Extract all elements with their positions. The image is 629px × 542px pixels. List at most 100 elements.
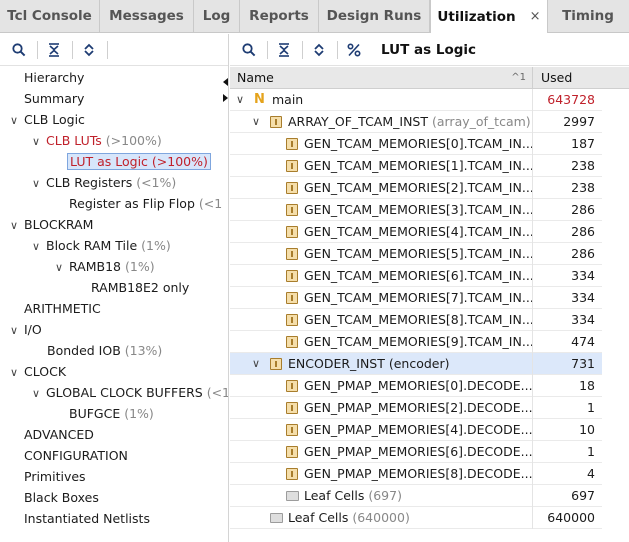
row-name-group: Leaf Cells (697)	[304, 485, 402, 507]
tree-item-black-boxes[interactable]: Black Boxes	[24, 487, 99, 508]
column-header-used[interactable]: Used	[534, 67, 599, 89]
table-row[interactable]: GEN_TCAM_MEMORIES[5].TCAM_IN... 286	[230, 243, 602, 265]
tree-item-register-as-flip-flop[interactable]: Register as Flip Flop (<1	[69, 193, 222, 214]
table-row[interactable]: GEN_PMAP_MEMORIES[2].DECODE... 1	[230, 397, 602, 419]
tree-item-percent: (1%)	[124, 406, 154, 421]
table-row[interactable]: GEN_PMAP_MEMORIES[8].DECODE... 4	[230, 463, 602, 485]
row-name: GEN_TCAM_MEMORIES[9].TCAM_IN...	[304, 334, 533, 349]
tab-reports[interactable]: Reports	[240, 0, 319, 32]
tree-item-label: BLOCKRAM	[24, 217, 94, 232]
tree-item-clb-luts[interactable]: ∨ CLB LUTs (>100%)	[32, 130, 162, 151]
instance-icon	[286, 402, 298, 414]
chevron-down-icon[interactable]: ∨	[10, 215, 24, 236]
tree-item-bonded-iob[interactable]: Bonded IOB (13%)	[47, 340, 162, 361]
tree-item-summary[interactable]: Summary	[24, 88, 84, 109]
tab-design-runs[interactable]: Design Runs	[319, 0, 430, 32]
tree-item-instantiated-netlists[interactable]: Instantiated Netlists	[24, 508, 150, 529]
tree-item-percent: (13%)	[124, 343, 163, 358]
table-row[interactable]: ∨ N main 643728	[230, 89, 602, 111]
tree-item-blockram[interactable]: ∨ BLOCKRAM	[10, 214, 93, 235]
tree-item-ramb18e2-only[interactable]: RAMB18E2 only	[91, 277, 189, 298]
table-row[interactable]: GEN_TCAM_MEMORIES[6].TCAM_IN... 334	[230, 265, 602, 287]
search-icon[interactable]	[8, 39, 30, 61]
tab-label: Design Runs	[326, 7, 422, 24]
table-row[interactable]: GEN_PMAP_MEMORIES[4].DECODE... 10	[230, 419, 602, 441]
tab-utilization[interactable]: Utilization ×	[430, 0, 548, 33]
tree-item-label: RAMB18E2 only	[91, 280, 190, 295]
row-module: (array_of_tcam)	[431, 114, 531, 129]
chevron-down-icon[interactable]: ∨	[55, 257, 69, 278]
table-row[interactable]: Leaf Cells (640000) 640000	[230, 507, 602, 529]
folder-icon	[286, 491, 299, 501]
chevron-down-icon[interactable]: ∨	[252, 353, 260, 375]
table-row[interactable]: ∨ ARRAY_OF_TCAM_INST (array_of_tcam) 299…	[230, 111, 602, 133]
tree-item-configuration[interactable]: CONFIGURATION	[24, 445, 128, 466]
instance-icon	[270, 116, 282, 128]
tab-tcl-console[interactable]: Tcl Console	[0, 0, 100, 32]
table-row[interactable]: GEN_PMAP_MEMORIES[6].DECODE... 1	[230, 441, 602, 463]
tree-item-ramb18[interactable]: ∨ RAMB18 (1%)	[55, 256, 155, 277]
pane-collapse-icon[interactable]	[222, 77, 229, 103]
table-row[interactable]: GEN_PMAP_MEMORIES[0].DECODE... 18	[230, 375, 602, 397]
tree-item-clock[interactable]: ∨ CLOCK	[10, 361, 66, 382]
tree-item-arithmetic[interactable]: ARITHMETIC	[24, 298, 101, 319]
table-row[interactable]: GEN_TCAM_MEMORIES[0].TCAM_IN... 187	[230, 133, 602, 155]
tree-item-clb-logic[interactable]: ∨ CLB Logic	[10, 109, 85, 130]
tab-messages[interactable]: Messages	[100, 0, 194, 32]
tab-label: Tcl Console	[7, 7, 92, 24]
tree-item-hierarchy[interactable]: Hierarchy	[24, 67, 84, 88]
table-row[interactable]: Leaf Cells (697) 697	[230, 485, 602, 507]
table-row[interactable]: GEN_TCAM_MEMORIES[3].TCAM_IN... 286	[230, 199, 602, 221]
table-row[interactable]: GEN_TCAM_MEMORIES[1].TCAM_IN... 238	[230, 155, 602, 177]
chevron-down-icon[interactable]: ∨	[32, 236, 46, 257]
row-count: (697)	[368, 488, 402, 503]
table-row-selected[interactable]: ∨ ENCODER_INST (encoder) 731	[230, 353, 602, 375]
percent-icon[interactable]	[343, 39, 365, 61]
tab-log[interactable]: Log	[194, 0, 240, 32]
chevron-down-icon[interactable]: ∨	[236, 89, 244, 111]
tab-timing[interactable]: Timing	[548, 0, 628, 32]
expand-all-icon[interactable]	[78, 39, 100, 61]
collapse-all-icon[interactable]	[273, 39, 295, 61]
tree-item-bufgce[interactable]: BUFGCE (1%)	[69, 403, 154, 424]
column-header-name[interactable]: Name ^1	[230, 67, 533, 89]
row-name: main	[272, 92, 304, 107]
table-row[interactable]: GEN_TCAM_MEMORIES[2].TCAM_IN... 238	[230, 177, 602, 199]
chevron-down-icon[interactable]: ∨	[10, 362, 24, 383]
chevron-down-icon[interactable]: ∨	[10, 320, 24, 341]
tree-item-clb-registers[interactable]: ∨ CLB Registers (<1%)	[32, 172, 176, 193]
row-used: 286	[571, 202, 595, 217]
table-row[interactable]: GEN_TCAM_MEMORIES[9].TCAM_IN... 474	[230, 331, 602, 353]
row-name: GEN_TCAM_MEMORIES[6].TCAM_IN...	[304, 268, 533, 283]
chevron-down-icon[interactable]: ∨	[32, 131, 46, 152]
tree-item-label: Block RAM Tile	[46, 238, 138, 253]
table-row[interactable]: GEN_TCAM_MEMORIES[8].TCAM_IN... 334	[230, 309, 602, 331]
chevron-down-icon[interactable]: ∨	[32, 173, 46, 194]
table-row[interactable]: GEN_TCAM_MEMORIES[7].TCAM_IN... 334	[230, 287, 602, 309]
instance-icon	[286, 182, 298, 194]
tab-label: Reports	[249, 7, 309, 24]
chevron-down-icon[interactable]: ∨	[252, 111, 260, 133]
row-name: GEN_TCAM_MEMORIES[2].TCAM_IN...	[304, 180, 533, 195]
row-name: GEN_TCAM_MEMORIES[0].TCAM_IN...	[304, 136, 533, 151]
instance-icon	[286, 468, 298, 480]
search-icon[interactable]	[238, 39, 260, 61]
tree-item-advanced[interactable]: ADVANCED	[24, 424, 94, 445]
toolbar-divider	[37, 40, 38, 59]
tree-item-global-clock-buffers[interactable]: ∨GLOBAL CLOCK BUFFERS (<1°	[32, 382, 228, 404]
row-used: 238	[571, 158, 595, 173]
chevron-down-icon[interactable]: ∨	[32, 383, 46, 404]
row-used: 4	[587, 466, 595, 481]
chevron-down-icon[interactable]: ∨	[10, 110, 24, 131]
tree-item-io[interactable]: ∨ I/O	[10, 319, 42, 340]
expand-all-icon[interactable]	[308, 39, 330, 61]
collapse-all-icon[interactable]	[43, 39, 65, 61]
tree-item-block-ram-tile[interactable]: ∨ Block RAM Tile (1%)	[32, 235, 171, 256]
table-row[interactable]: GEN_TCAM_MEMORIES[4].TCAM_IN... 286	[230, 221, 602, 243]
instance-icon	[286, 446, 298, 458]
tree-item-percent: (1%)	[141, 238, 171, 253]
close-icon[interactable]: ×	[530, 9, 541, 24]
tree-item-primitives[interactable]: Primitives	[24, 466, 86, 487]
row-name-group: Leaf Cells (640000)	[288, 507, 410, 529]
tree-item-lut-as-logic[interactable]: LUT as Logic (>100%)	[67, 151, 211, 172]
